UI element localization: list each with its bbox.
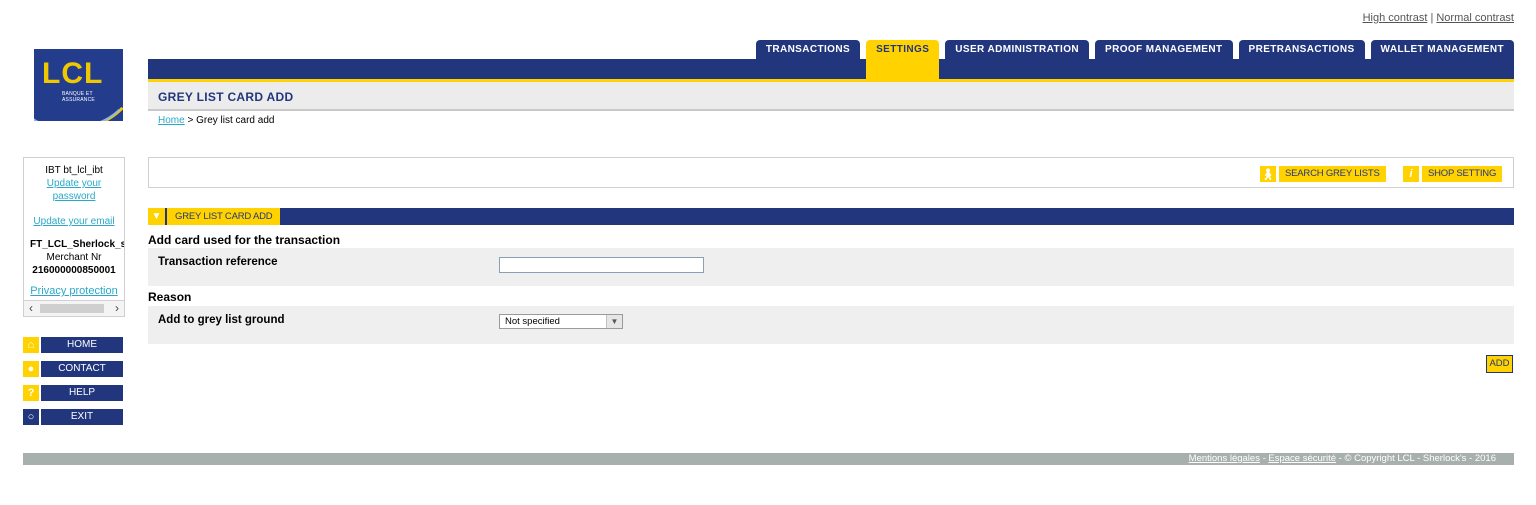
sidenav-contact[interactable]: ● CONTACT xyxy=(23,361,123,377)
main-nav-bar xyxy=(148,59,1514,79)
update-email-link[interactable]: Update your email xyxy=(24,215,124,228)
footer: Mentions légales - Espace sécurité - © C… xyxy=(23,453,1514,465)
sidenav-exit[interactable]: ○ EXIT xyxy=(23,409,123,425)
tab-proof-management[interactable]: PROOF MANAGEMENT xyxy=(1095,40,1233,60)
copyright-text: - © Copyright LCL - Sherlock's - 2016 xyxy=(1336,453,1496,464)
transaction-reference-row: Transaction reference xyxy=(148,248,1514,286)
section-tab: GREY LIST CARD ADD xyxy=(167,208,281,225)
update-password-link[interactable]: Update your password xyxy=(24,177,124,203)
transaction-reference-label: Transaction reference xyxy=(158,256,278,268)
user-name: IBT bt_lcl_ibt xyxy=(45,165,103,176)
add-button[interactable]: ADD xyxy=(1486,355,1513,373)
home-icon: ⌂ xyxy=(23,337,39,353)
page-title: GREY LIST CARD ADD xyxy=(158,90,294,104)
breadcrumb-home-link[interactable]: Home xyxy=(158,115,185,126)
walker-icon: 🚶︎ xyxy=(1260,166,1276,182)
sidenav-help[interactable]: ? HELP xyxy=(23,385,123,401)
sidenav-help-label: HELP xyxy=(41,385,123,401)
logo-text: LCL xyxy=(42,57,104,90)
sidenav-exit-label: EXIT xyxy=(41,409,123,425)
contrast-separator: | xyxy=(1430,12,1434,24)
scrollbar-thumb[interactable] xyxy=(40,304,104,313)
privacy-protection-link[interactable]: Privacy protection xyxy=(24,285,124,298)
search-grey-lists-button[interactable]: 🚶︎ SEARCH GREY LISTS xyxy=(1260,166,1386,182)
grey-list-ground-row: Add to grey list ground Not specified ▼ xyxy=(148,306,1514,344)
shop-setting-button[interactable]: i SHOP SETTING xyxy=(1403,166,1503,182)
contrast-switcher: High contrast | Normal contrast xyxy=(1363,12,1514,24)
search-grey-lists-label: SEARCH GREY LISTS xyxy=(1279,166,1386,182)
logo-tagline: BANQUE ET ASSURANCE xyxy=(62,91,95,103)
card-section-title: Add card used for the transaction xyxy=(148,233,341,247)
user-info-panel: IBT bt_lcl_ibt Update your password Upda… xyxy=(23,157,125,317)
grey-list-ground-select[interactable]: Not specified ▼ xyxy=(499,314,623,329)
legal-notice-link[interactable]: Mentions légales xyxy=(1189,453,1260,464)
exit-icon: ○ xyxy=(23,409,39,425)
main-tabs: TRANSACTIONS SETTINGS USER ADMINISTRATIO… xyxy=(755,40,1514,80)
sidenav-home[interactable]: ⌂ HOME xyxy=(23,337,123,353)
chevron-down-icon[interactable]: ▼ xyxy=(606,315,622,328)
shop-setting-label: SHOP SETTING xyxy=(1422,166,1503,182)
tab-wallet-management[interactable]: WALLET MANAGEMENT xyxy=(1370,40,1514,60)
speech-bubble-icon: ● xyxy=(23,361,39,377)
breadcrumb-separator: > xyxy=(184,115,197,126)
tab-settings[interactable]: SETTINGS xyxy=(866,40,940,80)
tab-transactions[interactable]: TRANSACTIONS xyxy=(755,40,861,60)
sidenav-contact-label: CONTACT xyxy=(41,361,123,377)
side-nav: ⌂ HOME ● CONTACT ? HELP ○ EXIT xyxy=(23,337,123,433)
security-space-link[interactable]: Espace sécurité xyxy=(1268,453,1336,464)
scroll-left-icon[interactable]: ‹ xyxy=(24,301,38,316)
sidenav-home-label: HOME xyxy=(41,337,123,353)
grey-list-ground-label: Add to grey list ground xyxy=(158,314,285,326)
normal-contrast-link[interactable]: Normal contrast xyxy=(1436,12,1514,24)
lcl-logo: LCL BANQUE ET ASSURANCE xyxy=(34,49,123,121)
page-title-bar: GREY LIST CARD ADD xyxy=(148,82,1514,111)
merchant-number: 216000000850001 xyxy=(32,265,116,276)
breadcrumb: Home > Grey list card add xyxy=(158,115,274,126)
grey-list-ground-value: Not specified xyxy=(505,316,560,327)
transaction-reference-input[interactable] xyxy=(499,257,704,273)
breadcrumb-current: Grey list card add xyxy=(196,115,275,126)
action-bar: 🚶︎ SEARCH GREY LISTS i SHOP SETTING xyxy=(148,157,1514,188)
scroll-right-icon[interactable]: › xyxy=(110,301,124,316)
question-icon: ? xyxy=(23,385,39,401)
horizontal-scrollbar[interactable]: ‹ › xyxy=(24,300,124,316)
info-icon: i xyxy=(1403,166,1419,182)
tab-pretransactions[interactable]: PRETRANSACTIONS xyxy=(1238,40,1365,60)
tab-user-administration[interactable]: USER ADMINISTRATION xyxy=(945,40,1089,60)
merchant-label: Merchant Nr xyxy=(46,252,102,263)
section-header: ▼ GREY LIST CARD ADD xyxy=(148,208,1514,225)
shop-name: FT_LCL_Sherlock_s xyxy=(30,239,125,250)
reason-section-title: Reason xyxy=(148,290,192,304)
collapse-arrow-icon[interactable]: ▼ xyxy=(148,208,165,225)
high-contrast-link[interactable]: High contrast xyxy=(1363,12,1428,24)
